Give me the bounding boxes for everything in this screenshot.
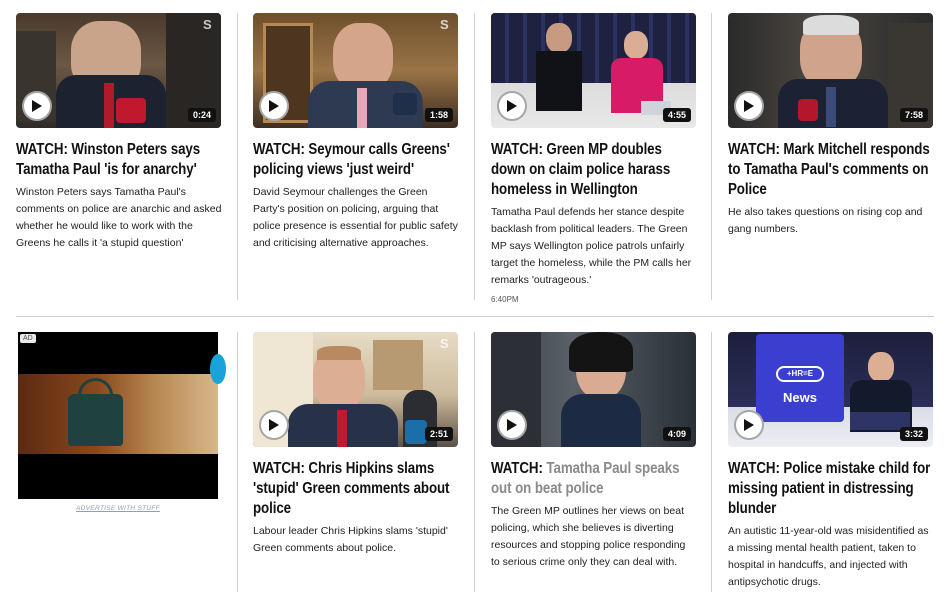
advertise-link[interactable]: ADVERTISE WITH STUFF xyxy=(18,505,218,512)
video-duration: 3:32 xyxy=(899,427,928,441)
video-row-1: S 0:24 WATCH: Winston Peters says Tamath… xyxy=(0,13,947,304)
video-thumbnail[interactable]: S 2:51 xyxy=(253,332,458,447)
video-summary: The Green MP outlines her views on beat … xyxy=(491,505,686,568)
video-summary: An autistic 11-year-old was misidentifie… xyxy=(728,525,929,588)
video-duration: 2:51 xyxy=(424,427,453,441)
play-icon[interactable] xyxy=(734,91,764,121)
video-duration: 4:09 xyxy=(662,427,691,441)
video-thumbnail[interactable]: S 0:24 xyxy=(16,13,221,128)
stuff-logo-icon: S xyxy=(203,17,212,32)
video-summary: Labour leader Chris Hipkins slams 'stupi… xyxy=(253,525,448,554)
stuff-logo-icon: S xyxy=(440,336,449,351)
video-timestamp: 6:40PM xyxy=(491,295,519,304)
video-thumbnail[interactable]: 4:55 xyxy=(491,13,696,128)
video-headline[interactable]: WATCH: Green MP doubles down on claim po… xyxy=(491,140,696,200)
video-row-2: AD ADVERTISE WITH STUFF S 2:51 WATCH: Ch… xyxy=(0,332,947,592)
video-card[interactable]: S 0:24 WATCH: Winston Peters says Tamath… xyxy=(16,13,222,252)
video-duration: 7:58 xyxy=(899,108,928,122)
video-card[interactable]: 4:55 WATCH: Green MP doubles down on cla… xyxy=(491,13,697,304)
column-divider xyxy=(474,13,475,300)
column-divider xyxy=(237,13,238,300)
video-headline[interactable]: WATCH: Seymour calls Greens' policing vi… xyxy=(253,140,458,180)
video-card[interactable]: S 2:51 WATCH: Chris Hipkins slams 'stupi… xyxy=(253,332,459,557)
video-duration: 1:58 xyxy=(424,108,453,122)
video-summary: He also takes questions on rising cop an… xyxy=(728,206,923,235)
three-logo-icon: +HR=E xyxy=(776,366,824,382)
video-headline[interactable]: WATCH: Mark Mitchell responds to Tamatha… xyxy=(728,140,933,200)
video-summary: Tamatha Paul defends her stance despite … xyxy=(491,206,692,286)
video-thumbnail[interactable]: 7:58 xyxy=(728,13,933,128)
video-headline[interactable]: WATCH: Chris Hipkins slams 'stupid' Gree… xyxy=(253,459,458,519)
play-icon[interactable] xyxy=(22,91,52,121)
video-summary: David Seymour challenges the Green Party… xyxy=(253,186,458,249)
play-icon[interactable] xyxy=(259,410,289,440)
video-headline[interactable]: WATCH: Tamatha Paul speaks out on beat p… xyxy=(491,459,696,499)
play-icon[interactable] xyxy=(259,91,289,121)
ad-badge: AD xyxy=(20,334,36,343)
video-headline[interactable]: WATCH: Police mistake child for missing … xyxy=(728,459,933,519)
video-summary: Winston Peters says Tamatha Paul's comme… xyxy=(16,186,222,249)
column-divider xyxy=(711,13,712,300)
video-card[interactable]: 4:09 WATCH: Tamatha Paul speaks out on b… xyxy=(491,332,697,571)
video-thumbnail[interactable]: S 1:58 xyxy=(253,13,458,128)
play-icon[interactable] xyxy=(497,91,527,121)
video-headline[interactable]: WATCH: Winston Peters says Tamatha Paul … xyxy=(16,140,221,180)
video-card[interactable]: 7:58 WATCH: Mark Mitchell responds to Ta… xyxy=(728,13,934,238)
video-duration: 4:55 xyxy=(662,108,691,122)
play-icon[interactable] xyxy=(497,410,527,440)
column-divider xyxy=(711,332,712,592)
row-divider xyxy=(16,316,934,317)
stuff-logo-icon: S xyxy=(440,17,449,32)
column-divider xyxy=(237,332,238,592)
video-thumbnail[interactable]: 4:09 xyxy=(491,332,696,447)
play-icon[interactable] xyxy=(734,410,764,440)
video-duration: 0:24 xyxy=(187,108,216,122)
tv-news-logo: News xyxy=(783,390,817,405)
advertisement[interactable]: AD ADVERTISE WITH STUFF xyxy=(18,332,226,512)
ad-video[interactable]: AD xyxy=(18,332,226,499)
video-thumbnail[interactable]: +HR=E News 3:32 xyxy=(728,332,933,447)
column-divider xyxy=(474,332,475,592)
video-card[interactable]: +HR=E News 3:32 WATCH: Police mistake ch… xyxy=(728,332,934,591)
video-card[interactable]: S 1:58 WATCH: Seymour calls Greens' poli… xyxy=(253,13,459,252)
ad-image xyxy=(18,374,218,454)
